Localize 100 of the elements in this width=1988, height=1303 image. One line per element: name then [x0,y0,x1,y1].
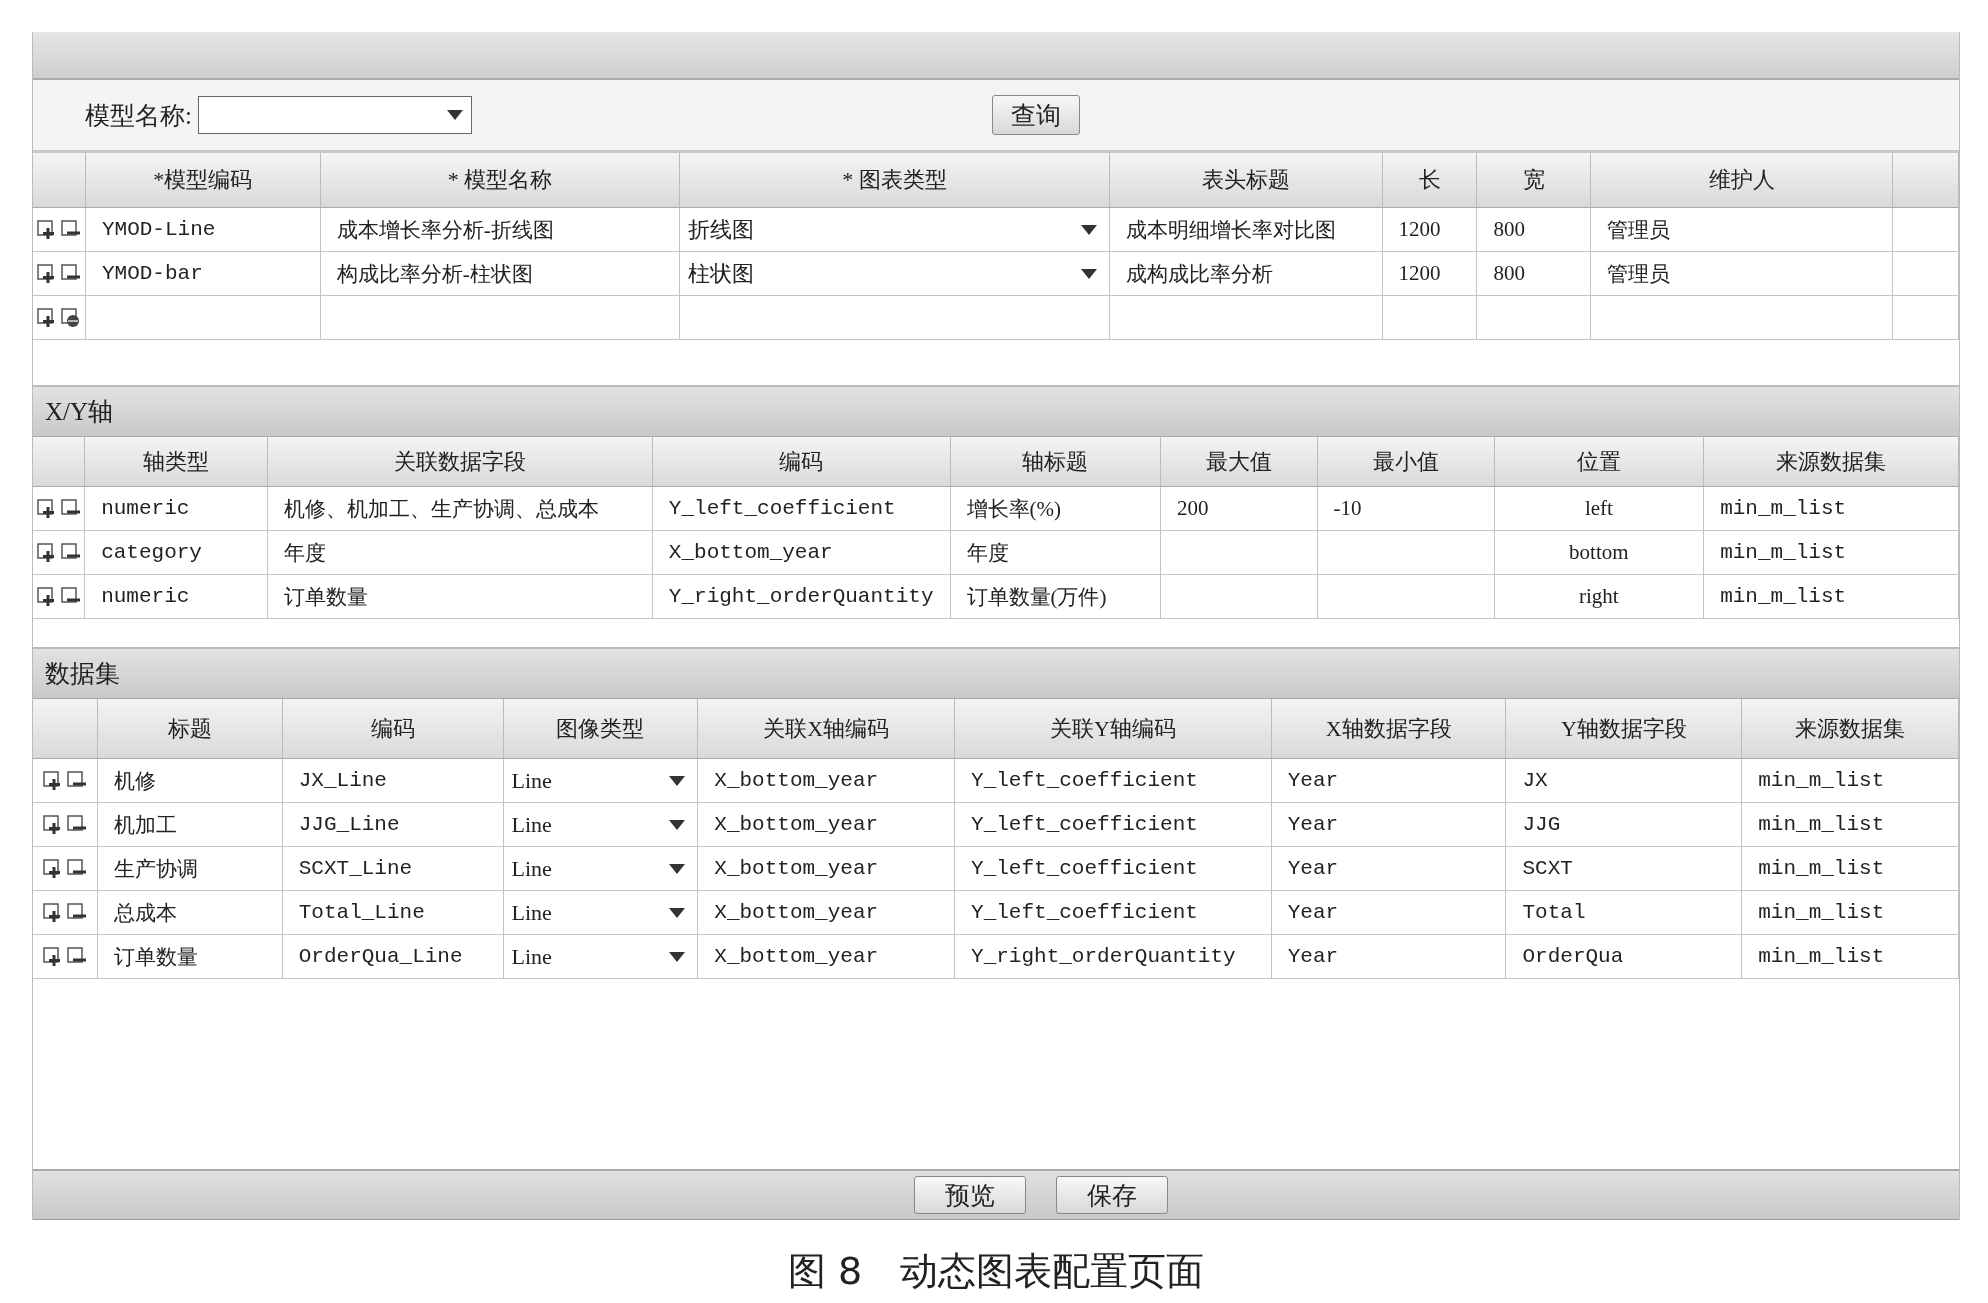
table-cell: category [85,531,269,575]
query-button[interactable]: 查询 [991,95,1080,135]
plus-box-icon[interactable] [42,858,63,879]
field-label: 模型名称: [85,100,192,131]
table-cell: Y_left_coefficient [955,847,1272,891]
table-cell: -10 [1317,487,1495,531]
table-cell: 机加工 [97,803,283,847]
table-cell: 成本明细增长率对比图 [1109,208,1383,252]
table-cell: Year [1271,759,1507,803]
table-cell: 1200 [1382,208,1478,252]
column-header: 轴类型 [85,437,269,487]
column-header: 关联Y轴编码 [955,699,1272,759]
caret-icon [1080,224,1097,235]
select-field[interactable]: Line [503,935,699,979]
column-header: 编码 [652,437,951,487]
table-cell: YMOD-Line [85,208,321,252]
plus-box-icon[interactable] [36,307,57,328]
column-header: 最大值 [1161,437,1318,487]
column-header: 来源数据集 [1704,437,1959,487]
table-cell: 生产协调 [97,847,283,891]
preview-button[interactable]: 预览 [914,1176,1026,1214]
plus-box-icon[interactable] [36,498,57,519]
column-header: 关联数据字段 [268,437,653,487]
column-header: 来源数据集 [1742,699,1959,759]
column-header: 表头标题 [1109,153,1383,208]
table-cell: Year [1271,847,1507,891]
table-cell: Year [1271,891,1507,935]
select-field[interactable]: 折线图 [680,208,1110,252]
section-title: 数据集 [33,649,1959,699]
table-cell: 总成本 [97,891,283,935]
table-cell: X_bottom_year [652,531,951,575]
table-cell: 机修 [97,759,283,803]
column-header: 轴标题 [950,437,1162,487]
plus-box-icon[interactable] [42,770,63,791]
table-cell: 机修、机加工、生产协调、总成本 [268,487,653,531]
column-header: * 图表类型 [680,153,1110,208]
plus-box-icon[interactable] [42,814,63,835]
plus-box-icon[interactable] [36,586,57,607]
table-cell: Y_left_coefficient [955,759,1272,803]
select-field[interactable]: Line [503,847,699,891]
select-field[interactable]: 柱状图 [680,252,1110,296]
save-button[interactable]: 保存 [1056,1176,1168,1214]
table-cell: X_bottom_year [698,759,956,803]
table-cell: X_bottom_year [698,891,956,935]
table-cell: min_m_list [1704,487,1959,531]
table-cell: 构成比率分析-柱状图 [320,252,681,296]
table-cell: SCXT_Line [282,847,504,891]
table-cell: 增长率(%) [950,487,1162,531]
table-cell: 年度 [950,531,1162,575]
model-name-select[interactable] [197,96,472,134]
table-cell: min_m_list [1742,759,1959,803]
column-header: 编码 [282,699,504,759]
table-cell: 年度 [268,531,653,575]
table-cell: X_bottom_year [698,803,956,847]
section-title: X/Y轴 [33,387,1959,437]
plus-box-icon[interactable] [36,263,57,284]
table-cell: left [1494,487,1705,531]
figure-caption: 图 8 动态图表配置页面 [786,1248,1206,1295]
table-cell: YMOD-bar [85,252,321,296]
table-cell: Y_left_coefficient [652,487,951,531]
box-disc-icon[interactable] [60,307,81,328]
table-cell: 成本增长率分析-折线图 [320,208,681,252]
caret-icon [669,863,686,874]
caret-icon [669,907,686,918]
table-cell: min_m_list [1742,847,1959,891]
plus-box-icon[interactable] [36,219,57,240]
table-cell: 800 [1477,208,1592,252]
plus-box-icon[interactable] [42,902,63,923]
table-cell: 1200 [1382,252,1478,296]
caret-icon [669,775,686,786]
caret-icon [669,951,686,962]
table-cell: 管理员 [1591,252,1894,296]
plus-box-icon[interactable] [42,946,63,967]
column-header: 标题 [97,699,283,759]
table-cell: min_m_list [1742,891,1959,935]
column-header: 图像类型 [503,699,699,759]
table-cell: 管理员 [1591,208,1894,252]
table-cell: min_m_list [1742,803,1959,847]
table-cell: 800 [1477,252,1592,296]
table-cell: 成构成比率分析 [1109,252,1383,296]
column-header: * 模型名称 [320,153,681,208]
table-cell: bottom [1494,531,1705,575]
column-header: 维护人 [1591,153,1894,208]
table-cell: 200 [1161,487,1318,531]
table-cell: SCXT [1506,847,1743,891]
table-cell: min_m_list [1704,531,1959,575]
table-cell: JJG [1506,803,1743,847]
table-cell: Y_left_coefficient [955,803,1272,847]
table-cell: numeric [85,487,269,531]
select-field[interactable]: Line [503,803,699,847]
select-field[interactable]: Line [503,891,699,935]
table-cell: Total [1506,891,1743,935]
column-header: *模型编码 [85,153,321,208]
select-field[interactable]: Line [503,759,699,803]
caret-icon [1080,268,1097,279]
caret-icon [446,110,463,120]
plus-box-icon[interactable] [36,542,57,563]
table-cell: X_bottom_year [698,847,956,891]
column-header: 关联X轴编码 [698,699,956,759]
table-cell: Y_left_coefficient [955,891,1272,935]
